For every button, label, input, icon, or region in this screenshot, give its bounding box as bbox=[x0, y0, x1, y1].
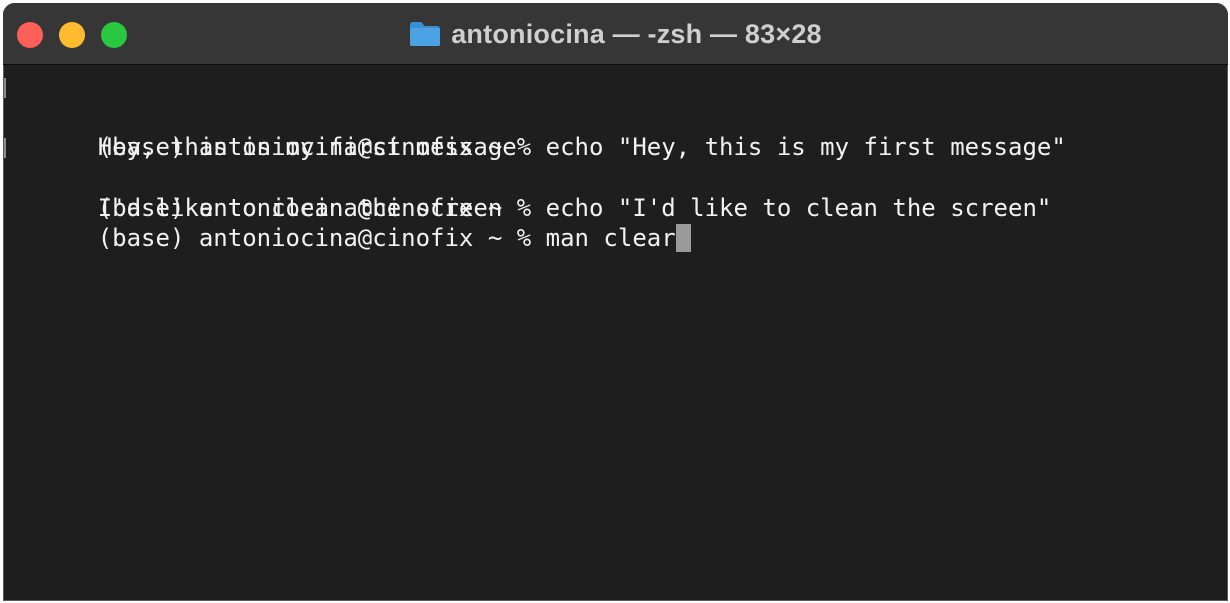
window-title: antoniocina — -zsh — 83×28 bbox=[451, 18, 822, 49]
terminal-line-text: (base) antoniocina@cinofix ~ % man clear bbox=[97, 223, 676, 252]
title-bar[interactable]: antoniocina — -zsh — 83×28 bbox=[3, 3, 1228, 65]
terminal-line: (base) antoniocina@cinofix ~ % echo "Hey… bbox=[4, 72, 1228, 161]
prompt-mark bbox=[4, 78, 6, 98]
terminal-line: (base) antoniocina@cinofix ~ % echo "I'd… bbox=[4, 132, 1228, 222]
text-cursor bbox=[675, 223, 691, 252]
window-title-group: antoniocina — -zsh — 83×28 bbox=[3, 17, 1228, 51]
terminal-output[interactable]: (base) antoniocina@cinofix ~ % echo "Hey… bbox=[3, 66, 1228, 601]
terminal-line: I'd like to clean the screen bbox=[11, 163, 1228, 222]
prompt-mark bbox=[4, 138, 6, 159]
terminal-window: antoniocina — -zsh — 83×28 (base) antoni… bbox=[3, 3, 1228, 601]
terminal-line: Hey, this is my first message bbox=[11, 102, 1228, 161]
terminal-line: (base) antoniocina@cinofix ~ % man clear bbox=[11, 193, 1228, 252]
folder-icon bbox=[410, 22, 441, 46]
